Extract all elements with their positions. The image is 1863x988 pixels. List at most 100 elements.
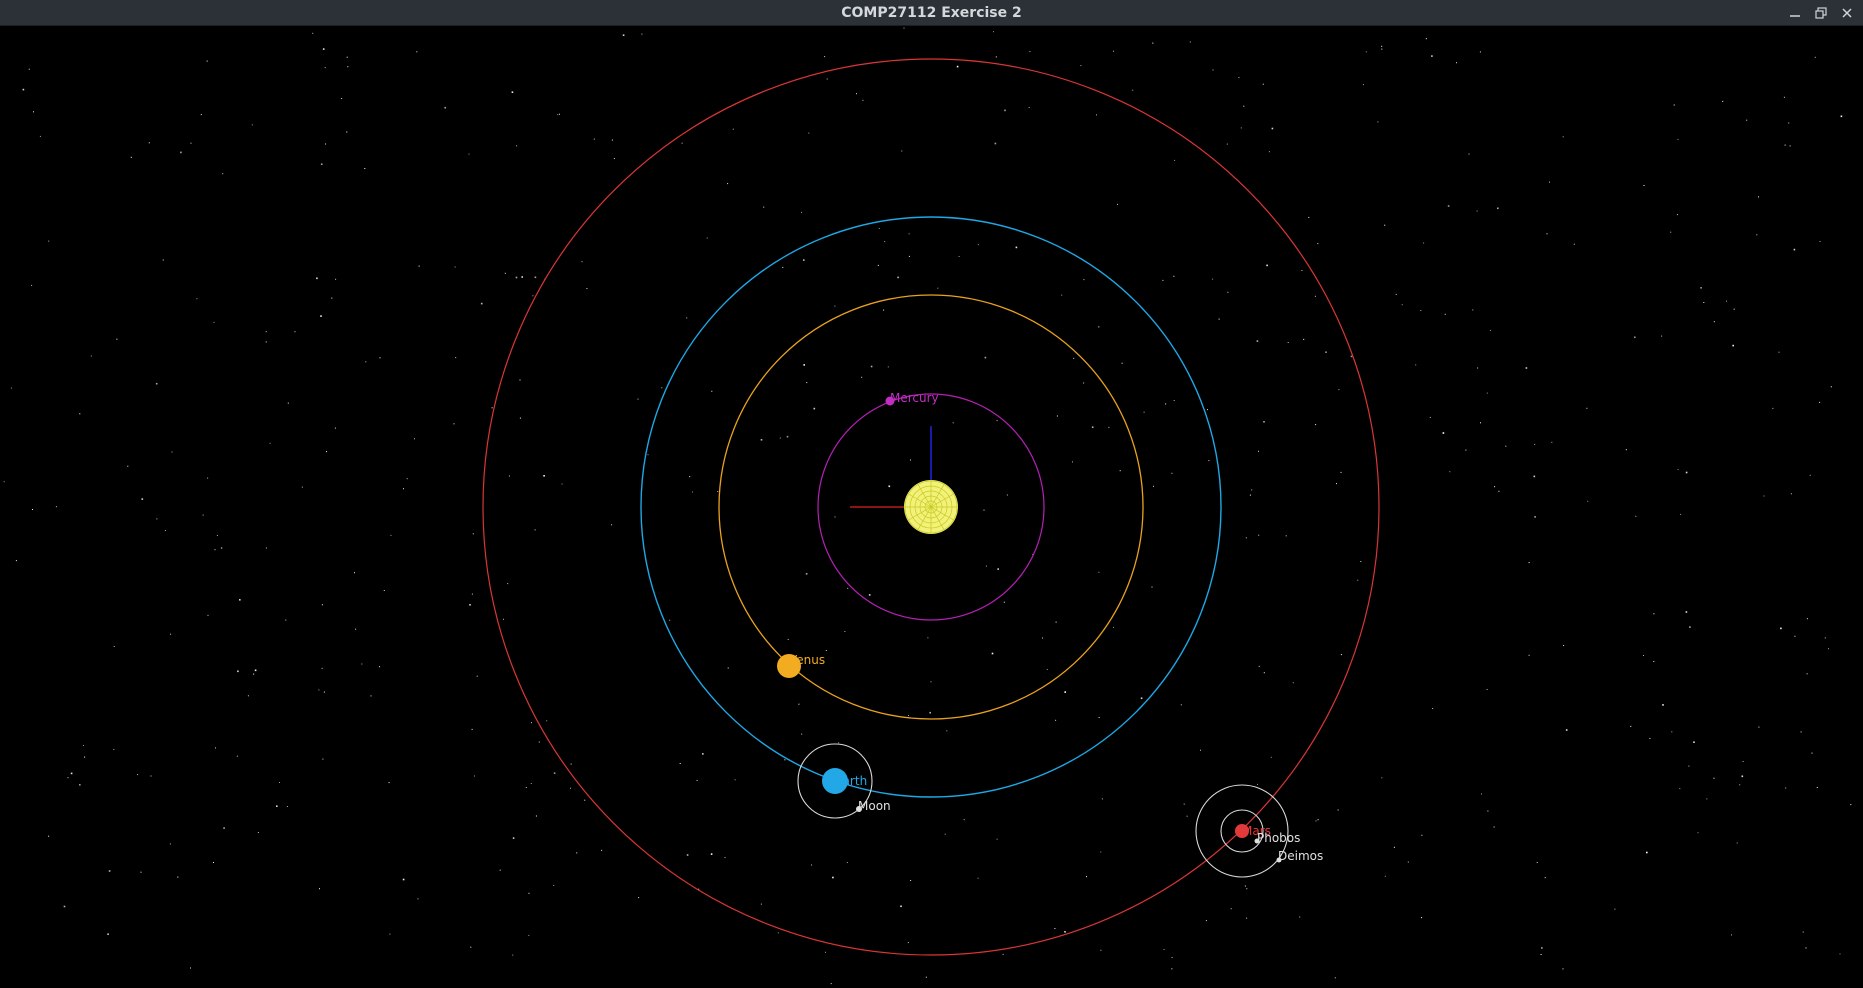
star [141,498,144,500]
star [171,451,173,453]
star [787,639,789,640]
star [777,932,779,934]
star [908,255,910,257]
star [236,755,238,757]
star [1679,788,1681,790]
maximize-button[interactable] [1813,5,1829,21]
star [847,587,849,589]
star [364,168,366,169]
star [1713,777,1715,779]
star [1119,470,1121,472]
star [1549,181,1550,183]
star [294,331,296,333]
star [63,905,66,908]
star [1381,48,1383,50]
star [862,99,864,101]
star [584,799,586,801]
star [1703,302,1705,303]
star [1850,804,1852,806]
star [453,423,455,425]
star [782,266,784,268]
star [491,407,493,409]
window-titlebar[interactable]: COMP27112 Exercise 2 [0,0,1863,26]
star [476,675,478,677]
star [1098,571,1100,573]
solar-system-canvas[interactable]: Mercury Venus Earth Moon Mars Phobos Dei… [0,26,1863,988]
star [276,805,278,807]
star [370,695,372,697]
minimize-icon [1790,15,1800,17]
star [1816,787,1818,788]
star [1365,51,1367,53]
star [692,491,693,493]
star [1055,621,1057,623]
star [519,379,521,381]
star [877,264,879,266]
star [669,619,671,621]
star [213,321,215,323]
star [1673,104,1675,106]
star [763,206,765,208]
star [559,113,560,115]
star [480,302,483,305]
star [1091,426,1094,428]
close-button[interactable] [1839,5,1855,21]
star [1805,947,1807,949]
star [1263,672,1265,674]
star [471,593,473,595]
star [1447,205,1450,207]
minimize-button[interactable] [1787,5,1803,21]
star [1246,888,1248,890]
star [1113,50,1114,52]
star [108,870,111,872]
star [1525,367,1528,369]
star [1163,949,1165,950]
star [155,382,158,385]
star [512,837,515,839]
star [1340,471,1342,473]
star [734,779,736,781]
star [406,478,408,480]
star [900,905,902,908]
star [1083,382,1085,384]
star [844,631,846,632]
star [1200,749,1201,751]
star [1207,409,1208,411]
star [390,534,392,536]
star [90,355,92,357]
star [169,843,171,845]
star [710,853,713,855]
star [1015,246,1018,249]
star [1317,243,1319,245]
star [1080,65,1082,67]
star [1393,846,1395,848]
star [1677,138,1679,140]
star [557,114,559,116]
star [207,477,209,479]
star [1258,665,1260,667]
star [888,485,891,488]
star [1442,432,1445,434]
star [1689,626,1691,628]
star [1377,121,1379,123]
star [1073,357,1075,359]
star [952,422,954,424]
star [985,565,987,567]
star [137,774,139,776]
star [1363,84,1364,86]
star [1028,107,1030,108]
star [472,533,474,535]
star [1486,689,1488,690]
star [1257,783,1258,785]
star [504,272,506,274]
star [689,476,691,478]
star [813,407,816,410]
star [113,646,115,647]
star [1562,136,1564,138]
star [1420,310,1422,311]
star [1789,145,1791,147]
star [1479,51,1481,53]
sun[interactable] [904,480,958,534]
window-title: COMP27112 Exercise 2 [841,5,1022,21]
star [164,530,166,531]
